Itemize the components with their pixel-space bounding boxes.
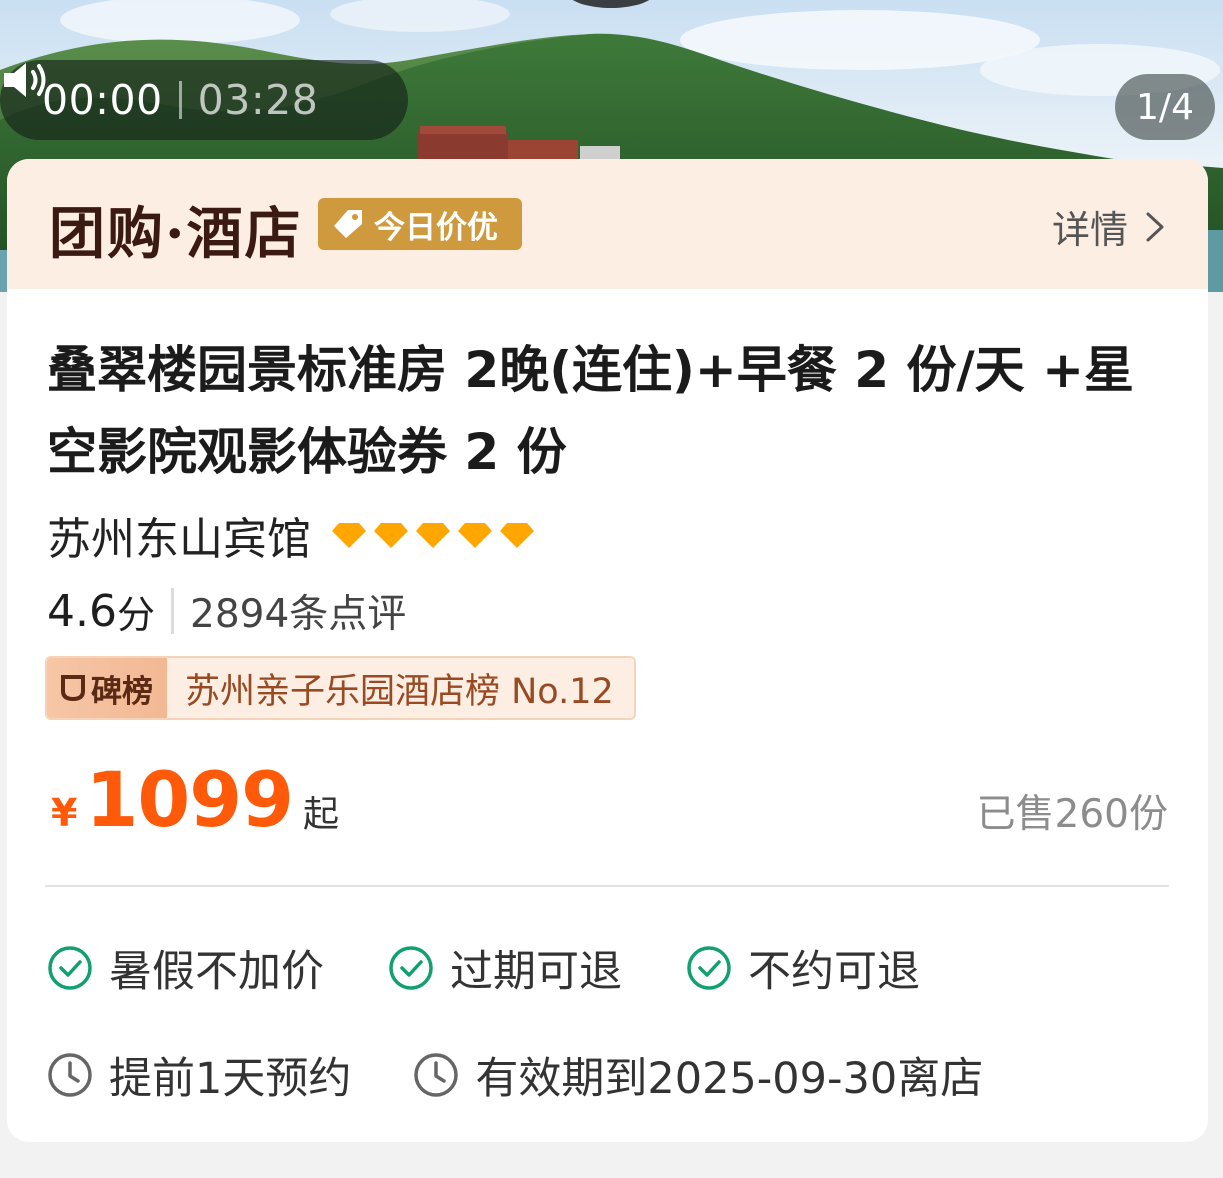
speaker-icon[interactable] [0, 60, 52, 100]
diamond-icon [458, 523, 492, 548]
detail-link-label: 详情 [1051, 208, 1128, 252]
duration: 03:28 [197, 76, 319, 124]
price-row: ¥ 1099 起 [51, 755, 339, 844]
rating-unit: 分 [116, 592, 155, 637]
diamond-icon [500, 523, 534, 548]
clock-icon [48, 1053, 92, 1097]
rank-badge-label: 碑榜 [47, 658, 167, 718]
deal-card: 团购·酒店 今日价优 详情 叠翠楼园景标准房 2晚(连住)+早餐 2 份/天 +… [7, 159, 1208, 1142]
feature-label: 不约可退 [748, 947, 920, 997]
feature-item: 暑假不加价 [47, 937, 324, 999]
brand-title: 团购·酒店 [49, 201, 303, 267]
rating-divider [171, 588, 174, 634]
gallery-page-indicator: 1/4 [1115, 74, 1215, 140]
diamond-icon [374, 523, 408, 548]
rank-badge[interactable]: 碑榜 苏州亲子乐园酒店榜 No.12 [45, 656, 636, 720]
product-title[interactable]: 叠翠楼园景标准房 2晚(连住)+早餐 2 份/天 +星空影院观影体验券 2 份 [47, 329, 1147, 493]
diamond-icon [332, 523, 366, 548]
feature-list: 暑假不加价 过期可退 不约可退 [47, 937, 984, 999]
chevron-right-icon [1146, 212, 1164, 241]
check-circle-icon [389, 946, 433, 990]
sold-count: 已售260份 [976, 792, 1168, 837]
note-label: 提前1天预约 [109, 1054, 352, 1104]
note-item: 有效期到2025-09-30离店 [413, 1044, 983, 1106]
card-header: 团购·酒店 今日价优 详情 [7, 159, 1208, 289]
audio-player[interactable]: 00:00 03:28 [0, 60, 408, 140]
review-count: 2894条点评 [190, 592, 407, 637]
rating-score: 4.6 [47, 585, 117, 637]
feature-item: 过期可退 [388, 937, 622, 999]
current-time: 00:00 [42, 76, 163, 124]
booking-notes: 提前1天预约 有效期到2025-09-30离店 [47, 1044, 1045, 1106]
hotel-diamond-rating [331, 521, 541, 549]
detail-link[interactable]: 详情 [1052, 199, 1168, 254]
price-value: 1099 [85, 755, 294, 844]
divider [45, 885, 1169, 887]
check-circle-icon [48, 946, 92, 990]
deal-tag: 今日价优 [318, 198, 522, 250]
price-tag-icon [334, 210, 362, 238]
price-suffix: 起 [302, 794, 339, 835]
feature-label: 过期可退 [450, 947, 622, 997]
note-label: 有效期到2025-09-30离店 [475, 1054, 984, 1104]
rank-label-text: 碑榜 [91, 673, 153, 710]
check-circle-icon [687, 946, 731, 990]
feature-item: 不约可退 [686, 937, 920, 999]
rating-row[interactable]: 4.6 分 2894条点评 [47, 583, 406, 639]
price-currency: ¥ [51, 791, 78, 835]
hotel-name: 苏州东山宾馆 [47, 514, 311, 565]
deal-tag-label: 今日价优 [374, 209, 498, 246]
note-item: 提前1天预约 [47, 1044, 351, 1106]
diamond-icon [416, 523, 450, 548]
feature-label: 暑假不加价 [109, 947, 324, 997]
clock-icon [414, 1053, 459, 1097]
hotel-row[interactable]: 苏州东山宾馆 [47, 503, 541, 567]
ranking-logo-icon [61, 675, 85, 702]
time-separator [178, 81, 182, 119]
rank-text: 苏州亲子乐园酒店榜 No.12 [167, 658, 634, 718]
